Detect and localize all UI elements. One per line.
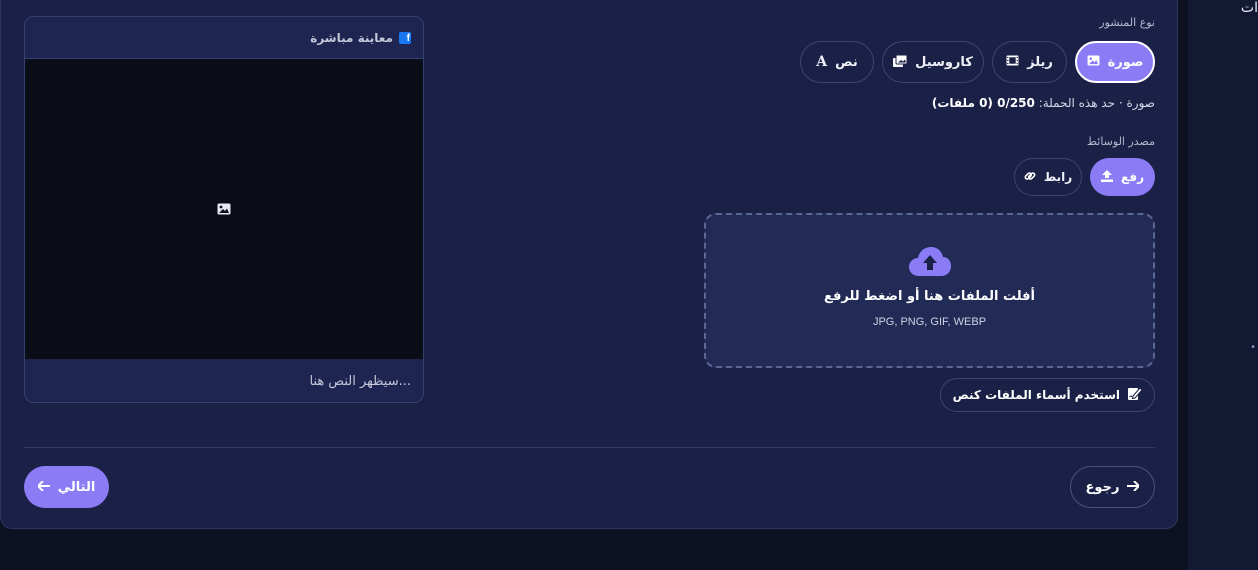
link-icon (1024, 170, 1036, 185)
link-source-label: رابط (1043, 170, 1073, 184)
sidebar-fragment: • (1250, 342, 1256, 353)
post-type-carousel-button[interactable]: كاروسيل (882, 41, 984, 83)
footer-divider (24, 447, 1155, 448)
image-icon (1087, 55, 1100, 69)
limit-count: 0/250 (997, 96, 1035, 110)
right-sidebar: ات • (1188, 0, 1258, 570)
post-type-text-label: نص (835, 54, 858, 70)
text-icon: A (816, 54, 828, 70)
facebook-icon: f (399, 31, 411, 44)
use-filenames-as-text-button[interactable]: استخدم أسماء الملفات كنص (939, 378, 1155, 412)
campaign-limit-text: صورة · حد هذه الحملة: 0/250 (0 ملفات) (932, 96, 1155, 110)
images-icon (893, 54, 908, 70)
media-source-label: مصدر الوسائط (1086, 135, 1155, 148)
image-placeholder-icon (217, 203, 231, 215)
next-button-label: التالي (57, 479, 96, 495)
arrow-left-icon (36, 479, 50, 495)
link-source-button[interactable]: رابط (1014, 158, 1082, 196)
back-button[interactable]: رجوع (1070, 466, 1155, 508)
upload-source-label: رفع (1121, 170, 1144, 184)
media-source-group: رفع رابط (1014, 158, 1155, 196)
preview-title: معاينة مباشرة (310, 30, 393, 45)
post-type-image-label: صورة (1107, 54, 1144, 70)
signature-icon (1128, 387, 1143, 403)
arrow-right-icon (1127, 479, 1141, 495)
file-dropzone[interactable]: أفلت الملفات هنا أو اضغط للرفع JPG, PNG,… (704, 213, 1155, 368)
post-type-carousel-label: كاروسيل (915, 54, 973, 70)
film-icon (1006, 55, 1019, 69)
post-type-image-button[interactable]: صورة (1075, 41, 1155, 83)
cloud-upload-icon (908, 247, 951, 276)
post-editor-card: معاينة مباشرة f سيظهر النص هنا... نوع ال… (0, 0, 1178, 529)
upload-source-button[interactable]: رفع (1090, 158, 1155, 196)
post-type-group: صورة ريلز كاروسيل A نص (800, 41, 1155, 83)
dropzone-formats: JPG, PNG, GIF, WEBP (872, 316, 987, 328)
preview-header: معاينة مباشرة f (25, 17, 423, 59)
post-type-text-button[interactable]: A نص (800, 41, 874, 83)
post-type-reels-button[interactable]: ريلز (992, 41, 1067, 83)
dropzone-title: أفلت الملفات هنا أو اضغط للرفع (823, 289, 1035, 304)
limit-prefix: صورة · حد هذه الحملة: (1034, 96, 1155, 110)
post-type-label: نوع المنشور (1099, 16, 1155, 29)
upload-icon (1101, 169, 1114, 185)
back-button-label: رجوع (1085, 479, 1120, 495)
limit-suffix: (0 ملفات) (931, 96, 998, 110)
live-preview-panel: معاينة مباشرة f سيظهر النص هنا... (24, 16, 424, 403)
post-type-reels-label: ريلز (1027, 54, 1053, 70)
preview-text: سيظهر النص هنا... (309, 373, 411, 389)
filenames-button-label: استخدم أسماء الملفات كنص (952, 388, 1120, 402)
preview-media-area (25, 59, 423, 359)
sidebar-cut-label: ات (1240, 0, 1258, 16)
next-button[interactable]: التالي (24, 466, 109, 508)
